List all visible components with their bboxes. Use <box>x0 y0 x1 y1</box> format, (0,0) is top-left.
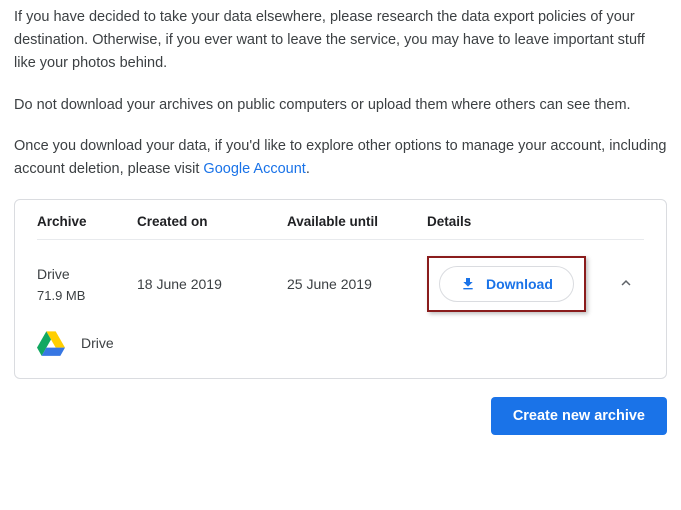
download-label: Download <box>486 276 553 292</box>
header-created: Created on <box>137 214 287 229</box>
download-highlight-box: Download <box>427 256 586 312</box>
collapse-button[interactable] <box>608 266 644 302</box>
download-icon <box>460 276 476 292</box>
header-archive: Archive <box>37 214 137 229</box>
chevron-up-icon <box>617 274 635 295</box>
intro-paragraph-3: Once you download your data, if you'd li… <box>14 135 667 181</box>
intro-paragraph-1: If you have decided to take your data el… <box>14 6 667 76</box>
archive-size: 71.9 MB <box>37 288 137 303</box>
table-row: Drive 71.9 MB 18 June 2019 25 June 2019 … <box>37 240 644 326</box>
intro-p3-post: . <box>306 161 310 177</box>
google-account-link[interactable]: Google Account <box>203 161 305 177</box>
archive-name: Drive <box>37 266 137 282</box>
google-drive-icon <box>37 330 65 356</box>
header-available: Available until <box>287 214 427 229</box>
archives-card: Archive Created on Available until Detai… <box>14 199 667 379</box>
download-button[interactable]: Download <box>439 266 574 302</box>
archive-content-row: Drive <box>37 326 644 366</box>
table-header-row: Archive Created on Available until Detai… <box>37 214 644 240</box>
archive-content-label: Drive <box>81 335 114 351</box>
available-until-value: 25 June 2019 <box>287 276 427 292</box>
create-new-archive-button[interactable]: Create new archive <box>491 397 667 435</box>
intro-p3-pre: Once you download your data, if you'd li… <box>14 138 666 177</box>
created-on-value: 18 June 2019 <box>137 276 287 292</box>
intro-paragraph-2: Do not download your archives on public … <box>14 94 667 117</box>
header-details: Details <box>427 214 608 229</box>
